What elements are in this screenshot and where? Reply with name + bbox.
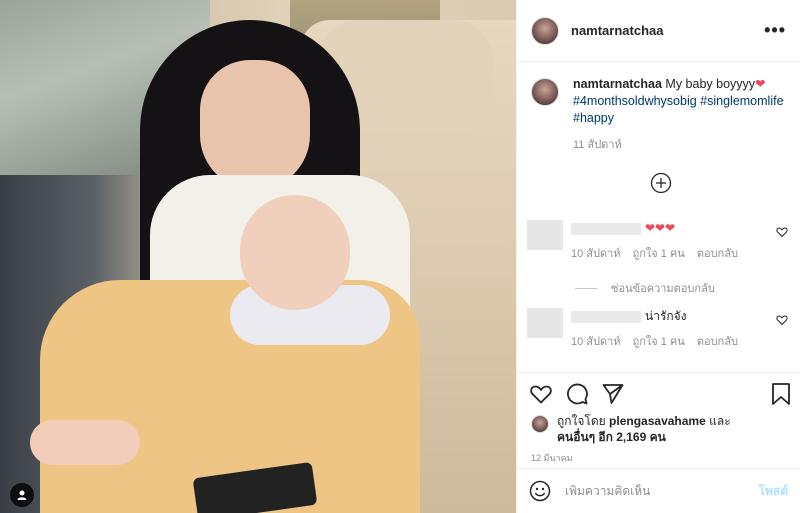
bookmark-icon[interactable] — [770, 382, 792, 406]
woman-face — [200, 60, 310, 190]
load-more-comments-icon[interactable] — [650, 172, 672, 194]
likes-others-count[interactable]: คนอื่นๆ อีก 2,169 คน — [557, 430, 666, 444]
like-heart-icon[interactable] — [529, 382, 553, 406]
likes-prefix: ถูกใจโดย — [557, 414, 606, 428]
comment-likes[interactable]: ถูกใจ 1 คน — [633, 334, 685, 350]
post-side-panel: namtarnatchaa ••• namtarnatchaa My baby … — [516, 0, 800, 513]
comment-likes[interactable]: ถูกใจ 1 คน — [633, 246, 685, 262]
likes-summary: ถูกใจโดย plengasavahame และ คนอื่นๆ อีก … — [531, 413, 731, 445]
tagged-user-icon[interactable] — [10, 483, 34, 507]
commenter-username[interactable] — [571, 310, 641, 323]
baby-leg — [30, 420, 140, 465]
comment-bubble-icon[interactable] — [565, 382, 589, 406]
caption-avatar[interactable] — [531, 78, 559, 106]
comment-reply-button[interactable]: ตอบกลับ — [697, 334, 738, 350]
post-date[interactable]: 12 มีนาคม — [531, 451, 573, 465]
author-username[interactable]: namtarnatchaa — [571, 23, 663, 38]
comment-time[interactable]: 10 สัปดาห์ — [571, 334, 621, 350]
more-horizontal-icon[interactable]: ••• — [764, 20, 786, 41]
comment-like-heart-icon[interactable] — [776, 314, 788, 326]
add-comment-input[interactable] — [565, 484, 759, 498]
baby-head — [240, 195, 350, 310]
caption-time[interactable]: 11 สัปดาห์ — [573, 137, 784, 154]
comment-reply-button[interactable]: ตอบกลับ — [697, 246, 738, 262]
action-bar — [529, 382, 792, 406]
comment-time[interactable]: 10 สัปดาห์ — [571, 246, 621, 262]
caption-hashtag-happy[interactable]: #happy — [573, 111, 614, 125]
post-comment-button[interactable]: โพสต์ — [759, 482, 788, 501]
caption-username[interactable]: namtarnatchaa — [573, 77, 662, 91]
post-header: namtarnatchaa ••• — [517, 0, 800, 62]
likes-and: และ — [709, 414, 731, 428]
emoji-smiley-icon[interactable] — [529, 480, 551, 502]
post-actions-section: ถูกใจโดย plengasavahame และ คนอื่นๆ อีก … — [517, 372, 800, 468]
caption-hashtags[interactable]: #4monthsoldwhysobig #singlemomlife — [573, 94, 784, 108]
hide-replies-button[interactable]: ซ่อนข้อความตอบกลับ — [575, 279, 715, 297]
liker-avatar[interactable] — [531, 415, 549, 433]
caption: namtarnatchaa My baby boyyyy❤ #4monthsol… — [531, 76, 788, 154]
divider-line — [575, 287, 597, 289]
caption-text: My baby boyyyy — [665, 77, 756, 91]
comment-text: ❤❤❤ — [645, 221, 676, 235]
share-paper-plane-icon[interactable] — [601, 382, 625, 406]
commenter-avatar[interactable] — [527, 308, 563, 338]
post-photo[interactable] — [0, 0, 516, 513]
commenter-avatar[interactable] — [527, 220, 563, 250]
liker-username[interactable]: plengasavahame — [609, 414, 706, 428]
comment-item: ❤❤❤ 10 สัปดาห์ ถูกใจ 1 คน ตอบกลับ — [527, 220, 788, 262]
comment-like-heart-icon[interactable] — [776, 226, 788, 238]
hide-replies-label: ซ่อนข้อความตอบกลับ — [611, 283, 715, 295]
commenter-username[interactable] — [571, 222, 641, 235]
comment-item: น่ารักจัง 10 สัปดาห์ ถูกใจ 1 คน ตอบกลับ — [527, 308, 788, 350]
heart-emoji-icon: ❤ — [755, 77, 766, 91]
comment-composer: โพสต์ — [517, 468, 800, 513]
comment-text: น่ารักจัง — [645, 309, 687, 323]
author-avatar[interactable] — [531, 16, 559, 45]
